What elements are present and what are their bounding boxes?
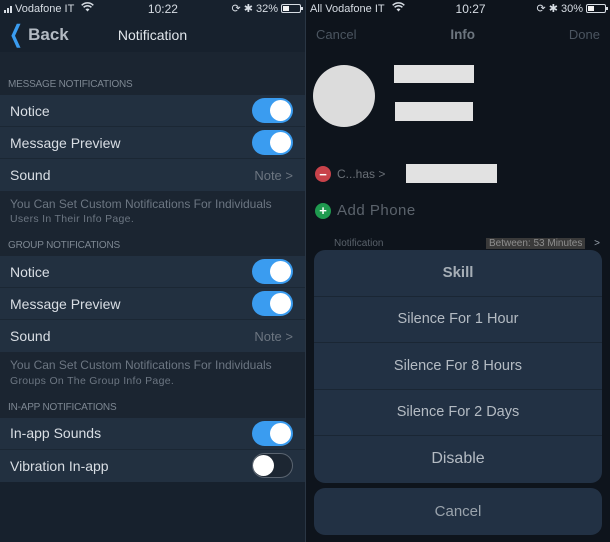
- sound-value: Note >: [254, 328, 293, 344]
- status-bar: All Vodafone IT 10:27 ⟳ ✱ 30%: [306, 0, 610, 17]
- nav-bar: ❮ Back Notification: [0, 17, 305, 52]
- settings-list[interactable]: MESSAGE NOTIFICATIONS Notice Message Pre…: [0, 52, 305, 482]
- group-footer-note: You Can Set Custom Notifications For Ind…: [0, 352, 305, 398]
- silence-1-hour-button[interactable]: Silence For 1 Hour: [314, 297, 602, 343]
- wifi-icon: [391, 2, 405, 15]
- nav-bar: Cancel Info Done: [306, 17, 610, 52]
- redacted-phone-number: [406, 164, 497, 183]
- add-phone-icon[interactable]: +: [315, 202, 331, 219]
- row-label: Message Preview: [10, 295, 121, 312]
- row-label: Sound: [10, 167, 51, 183]
- row-in-app-sounds: In-app Sounds: [0, 418, 305, 450]
- battery-icon: [585, 4, 608, 13]
- bluetooth-icon: ✱: [243, 3, 253, 15]
- rotation-lock-icon: ⟳: [536, 3, 546, 15]
- row-group-notice: Notice: [0, 256, 305, 289]
- silence-8-hours-button[interactable]: Silence For 8 Hours: [314, 343, 602, 390]
- done-button[interactable]: Done: [569, 27, 600, 42]
- row-group-preview: Message Preview: [0, 288, 305, 321]
- section-header-group: GROUP NOTIFICATIONS: [0, 236, 305, 257]
- row-label: Notice: [10, 102, 50, 119]
- row-label: Notice: [10, 263, 50, 280]
- remove-phone-icon[interactable]: −: [315, 166, 331, 182]
- battery-percent: 30%: [560, 2, 583, 15]
- in-app-notifications-group: In-app Sounds Vibration In-app: [0, 417, 305, 482]
- section-header-message: MESSAGE NOTIFICATIONS: [0, 52, 305, 95]
- notification-row[interactable]: Notification Between: 53 Minutes >: [334, 238, 600, 249]
- row-label: In-app Sounds: [10, 425, 102, 442]
- message-footer-note: You Can Set Custom Notifications For Ind…: [0, 191, 305, 237]
- rotation-lock-icon: ⟳: [231, 3, 241, 15]
- chevron-left-icon: ❮: [9, 20, 24, 48]
- message-notifications-group: Notice Message Preview Sound Note >: [0, 95, 305, 191]
- notification-value: Between: 53 Minutes: [485, 238, 586, 249]
- add-phone-row[interactable]: + Add Phone: [315, 202, 416, 219]
- battery-percent: 32%: [255, 2, 278, 15]
- sound-value: Note >: [254, 167, 293, 183]
- contact-info-screen: All Vodafone IT 10:27 ⟳ ✱ 30% Cancel Inf…: [306, 0, 610, 542]
- action-sheet-cancel-button[interactable]: Cancel: [314, 488, 602, 535]
- redacted-last-name: [395, 102, 473, 121]
- phone-label[interactable]: C...has >: [337, 167, 385, 181]
- redacted-first-name: [394, 65, 474, 83]
- in-app-sounds-toggle[interactable]: [252, 420, 293, 446]
- section-header-in-app: IN-APP NOTIFICATIONS: [0, 397, 305, 418]
- row-label: Message Preview: [10, 134, 121, 151]
- row-group-sound[interactable]: Sound Note >: [0, 320, 305, 352]
- battery-icon: [280, 4, 303, 13]
- footer-line: Users In Their Info Page.: [10, 213, 135, 226]
- carrier-label: Vodafone IT: [15, 2, 75, 15]
- clock: 10:22: [147, 1, 178, 16]
- clock: 10:27: [455, 1, 486, 16]
- contact-profile: [306, 52, 610, 162]
- wifi-icon: [81, 2, 95, 15]
- footer-line: You Can Set Custom Notifications For Ind…: [10, 197, 272, 211]
- carrier-label: All Vodafone IT: [310, 2, 385, 15]
- row-message-preview: Message Preview: [0, 127, 305, 159]
- disable-button[interactable]: Disable: [314, 436, 602, 483]
- group-preview-toggle[interactable]: [252, 291, 293, 317]
- notification-label: Notification: [334, 238, 384, 249]
- group-notice-toggle[interactable]: [252, 259, 293, 285]
- cancel-button[interactable]: Cancel: [316, 27, 356, 42]
- page-title: Info: [450, 27, 476, 42]
- silence-2-days-button[interactable]: Silence For 2 Days: [314, 390, 602, 436]
- message-notice-toggle[interactable]: [252, 98, 293, 123]
- row-in-app-vibration: Vibration In-app: [0, 450, 305, 482]
- in-app-vibration-toggle[interactable]: [252, 453, 293, 479]
- row-message-notice: Notice: [0, 95, 305, 127]
- message-preview-toggle[interactable]: [252, 130, 293, 155]
- footer-line: Groups On The Group Info Page.: [10, 374, 175, 387]
- action-sheet: Skill Silence For 1 Hour Silence For 8 H…: [314, 250, 602, 483]
- row-label: Sound: [10, 328, 51, 345]
- back-button[interactable]: ❮ Back: [6, 20, 69, 48]
- notification-settings-screen: Vodafone IT 10:22 ⟳ ✱ 32% ❮ Back Notific…: [0, 0, 305, 542]
- phone-row: − C...has >: [315, 166, 385, 182]
- group-notifications-group: Notice Message Preview Sound Note >: [0, 256, 305, 353]
- status-bar: Vodafone IT 10:22 ⟳ ✱ 32%: [0, 0, 305, 17]
- add-phone-label: Add Phone: [337, 202, 416, 219]
- signal-icon: [4, 5, 12, 13]
- avatar[interactable]: [313, 65, 375, 127]
- action-sheet-title: Skill: [314, 250, 602, 297]
- row-message-sound[interactable]: Sound Note >: [0, 159, 305, 191]
- footer-line: You Can Set Custom Notifications For Ind…: [10, 358, 272, 373]
- back-label: Back: [28, 24, 69, 44]
- row-label: Vibration In-app: [10, 457, 109, 474]
- chevron-right-icon: >: [594, 238, 600, 249]
- bluetooth-icon: ✱: [548, 3, 558, 15]
